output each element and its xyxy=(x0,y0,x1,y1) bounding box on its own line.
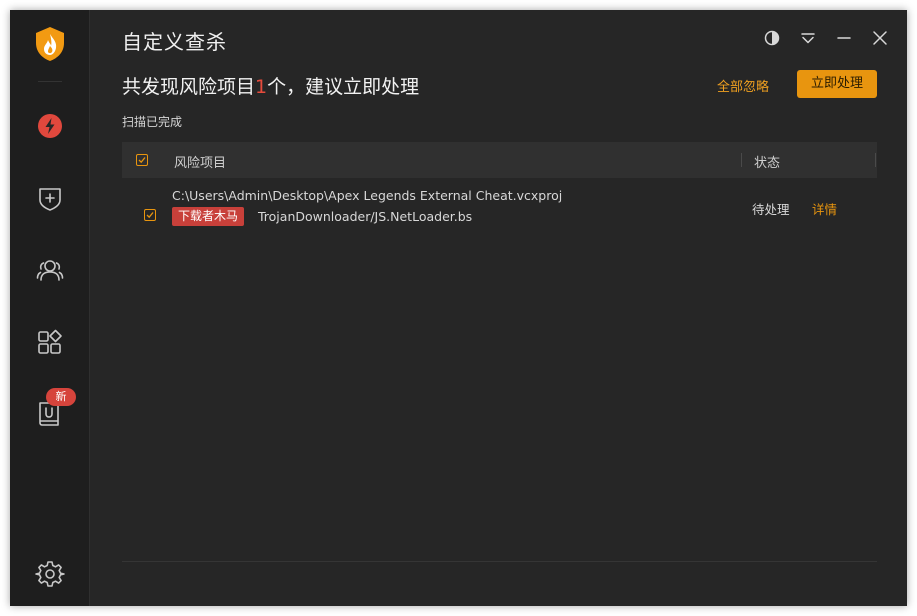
gear-icon[interactable] xyxy=(35,559,65,589)
app-window: 新 自定义查杀 共发现风险项目1个，建议立即处理 全部忽略 立即处理 扫描已完成… xyxy=(10,10,907,606)
details-link[interactable]: 详情 xyxy=(812,199,837,218)
logo-divider xyxy=(38,81,62,82)
window-title: 自定义查杀 xyxy=(122,30,227,54)
column-header-risk-item: 风险项目 xyxy=(174,156,227,171)
new-badge: 新 xyxy=(46,388,76,406)
threat-type-tag: 下载者木马 xyxy=(172,207,245,226)
close-icon[interactable] xyxy=(870,28,890,48)
column-divider xyxy=(875,153,876,167)
shield-flame-logo xyxy=(34,26,66,62)
risk-count: 1 xyxy=(255,76,268,98)
scan-status-text: 扫描已完成 xyxy=(122,115,183,129)
headline-suffix: 个，建议立即处理 xyxy=(267,76,420,98)
footer-divider xyxy=(122,561,877,562)
handle-now-button[interactable]: 立即处理 xyxy=(797,70,877,98)
table-row: C:\Users\Admin\Desktop\Apex Legends Exte… xyxy=(122,182,877,234)
lightning-icon[interactable] xyxy=(35,111,65,141)
users-icon[interactable] xyxy=(35,255,65,285)
virus-name: TrojanDownloader/JS.NetLoader.bs xyxy=(258,209,473,224)
column-divider xyxy=(741,153,742,167)
sidebar: 新 xyxy=(10,10,90,606)
column-header-status: 状态 xyxy=(754,156,781,171)
shield-plus-icon[interactable] xyxy=(35,183,65,213)
apps-icon[interactable] xyxy=(35,327,65,357)
menu-dropdown-icon[interactable] xyxy=(798,28,818,48)
file-path: C:\Users\Admin\Desktop\Apex Legends Exte… xyxy=(172,188,563,203)
headline-prefix: 共发现风险项目 xyxy=(122,76,256,98)
ignore-all-link[interactable]: 全部忽略 xyxy=(717,76,769,95)
select-all-checkbox[interactable] xyxy=(136,154,148,166)
risk-summary-headline: 共发现风险项目1个，建议立即处理 xyxy=(122,72,419,99)
row-status: 待处理 xyxy=(752,202,790,217)
theme-toggle-icon[interactable] xyxy=(762,28,782,48)
row-checkbox[interactable] xyxy=(144,209,156,221)
table-header: 风险项目 状态 xyxy=(122,142,877,178)
minimize-icon[interactable] xyxy=(834,28,854,48)
